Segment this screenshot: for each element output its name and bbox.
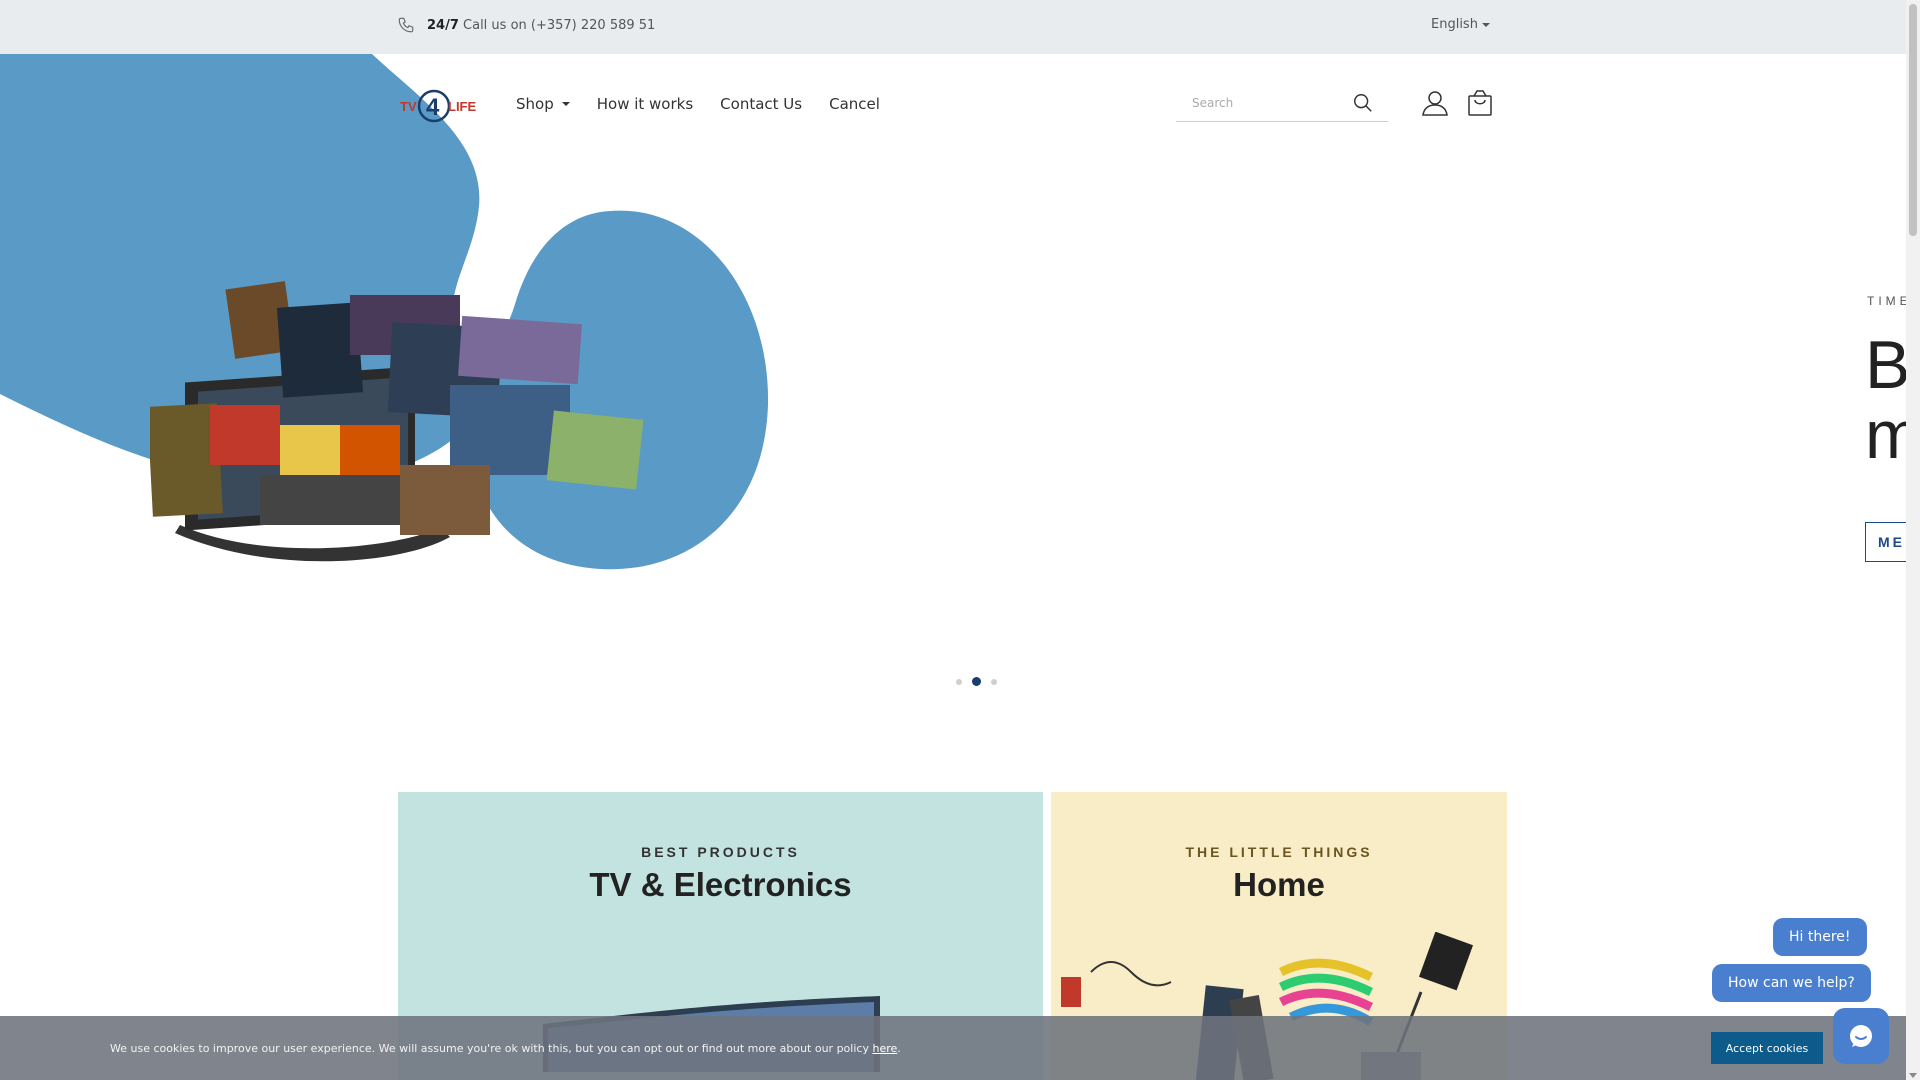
user-icon[interactable] — [1422, 90, 1448, 116]
slide-kicker: TIME — [1867, 294, 1912, 308]
scrollbar-thumb[interactable] — [1909, 4, 1917, 236]
page-scrollbar[interactable] — [1906, 0, 1920, 1080]
call-text: Call us on (+357) 220 589 51 — [463, 17, 656, 33]
svg-text:4: 4 — [426, 94, 440, 121]
search-icon[interactable] — [1352, 92, 1374, 114]
slider-dots — [956, 677, 997, 686]
slider-dot-2[interactable] — [972, 677, 981, 686]
chat-greeting-bubble[interactable]: Hi there! — [1773, 918, 1867, 956]
nav-shop-label: Shop — [516, 95, 554, 113]
chat-icon — [1850, 1025, 1872, 1047]
tv-hero-image — [150, 281, 644, 562]
chevron-down-icon — [1481, 22, 1490, 27]
accept-cookies-button[interactable]: Accept cookies — [1711, 1032, 1823, 1064]
nav-shop[interactable]: Shop — [516, 95, 570, 113]
category-kicker: THE LITTLE THINGS — [1185, 844, 1373, 860]
nav-contact-us[interactable]: Contact Us — [720, 95, 802, 113]
phone-contact[interactable]: 24/7 Call us on (+357) 220 589 51 — [397, 16, 655, 34]
cookie-policy-link[interactable]: here — [872, 1042, 897, 1055]
language-label: English — [1431, 17, 1478, 32]
top-bar: 24/7 Call us on (+357) 220 589 51 Englis… — [0, 0, 1906, 54]
cookie-banner: We use cookies to improve our user exper… — [0, 1016, 1906, 1080]
search-box — [1176, 86, 1388, 122]
slider-dot-3[interactable] — [991, 678, 997, 685]
chevron-down-icon — [561, 102, 570, 106]
chat-launcher-button[interactable] — [1833, 1008, 1889, 1064]
search-input[interactable] — [1192, 96, 1342, 110]
phone-icon — [398, 17, 414, 33]
hours-label: 24/7 — [427, 17, 459, 33]
cart-icon[interactable] — [1468, 90, 1492, 116]
cookie-text: We use cookies to improve our user exper… — [110, 1042, 869, 1055]
slider-dot-1[interactable] — [956, 678, 962, 685]
nav-how-it-works[interactable]: How it works — [597, 95, 693, 113]
chat-help-bubble[interactable]: How can we help? — [1712, 964, 1871, 1002]
category-kicker: BEST PRODUCTS — [641, 844, 800, 860]
nav-cancel[interactable]: Cancel — [829, 95, 880, 113]
svg-text:LIFE: LIFE — [448, 99, 476, 114]
language-selector[interactable]: English — [1431, 17, 1490, 32]
svg-text:TV: TV — [400, 99, 417, 114]
cookie-message: We use cookies to improve our user exper… — [110, 1042, 901, 1055]
category-title: TV & Electronics — [589, 866, 852, 903]
scroll-down-arrow-icon[interactable] — [1909, 1073, 1917, 1078]
main-nav: Shop How it works Contact Us Cancel — [516, 95, 880, 113]
site-logo[interactable]: TV 4 LIFE — [400, 86, 486, 126]
category-title: Home — [1233, 866, 1325, 903]
